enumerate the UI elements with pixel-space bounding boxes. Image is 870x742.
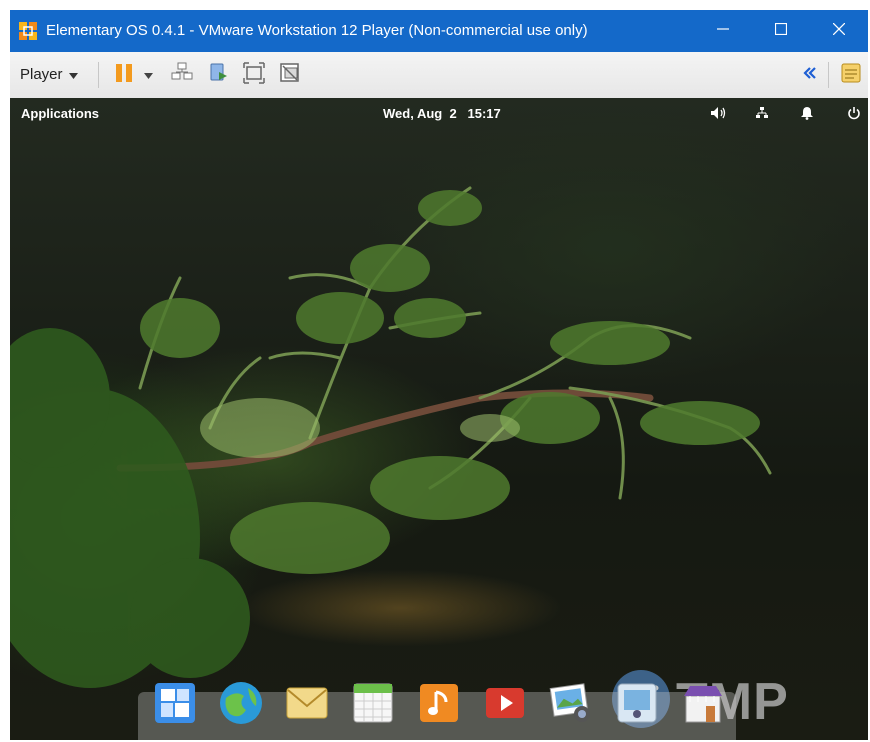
- mail-icon[interactable]: [284, 680, 330, 726]
- app-center-icon[interactable]: [680, 680, 726, 726]
- music-icon[interactable]: [416, 680, 462, 726]
- pause-icon: [115, 63, 133, 88]
- top-panel: Applications Wed, Aug 2 15:17: [10, 98, 868, 128]
- send-ctrl-alt-del-button[interactable]: [170, 62, 194, 89]
- collapse-toolbar-button[interactable]: [798, 63, 822, 87]
- fullscreen-icon: [243, 61, 265, 89]
- toolbar-separator: [98, 62, 99, 88]
- unity-icon: [279, 62, 301, 89]
- minimize-button[interactable]: [694, 10, 752, 52]
- guest-desktop[interactable]: Applications Wed, Aug 2 15:17 TMP: [10, 98, 868, 740]
- multitasking-view-icon[interactable]: [152, 680, 198, 726]
- window-titlebar[interactable]: Elementary OS 0.4.1 - VMware Workstation…: [10, 10, 868, 52]
- removable-devices-button[interactable]: [206, 63, 230, 87]
- volume-icon[interactable]: [710, 104, 728, 122]
- notes-icon: [840, 62, 862, 89]
- calendar-icon[interactable]: [350, 680, 396, 726]
- notification-bell-icon[interactable]: [798, 104, 816, 122]
- power-icon[interactable]: [845, 104, 863, 122]
- web-browser-icon[interactable]: [218, 680, 264, 726]
- pause-options-button[interactable]: [141, 63, 155, 87]
- vm-window: Elementary OS 0.4.1 - VMware Workstation…: [10, 10, 868, 740]
- maximize-button[interactable]: [752, 10, 810, 52]
- vmware-toolbar: Player: [10, 52, 868, 99]
- photos-icon[interactable]: [548, 680, 594, 726]
- plank-dock: [138, 682, 736, 740]
- videos-icon[interactable]: [482, 680, 528, 726]
- player-menu-label: Player: [20, 66, 63, 83]
- maximize-icon: [774, 22, 788, 40]
- player-menu-button[interactable]: Player: [20, 66, 78, 83]
- collapse-icon: [803, 66, 817, 85]
- applications-menu[interactable]: Applications: [21, 106, 99, 121]
- minimize-icon: [717, 22, 729, 40]
- vmware-app-icon: [18, 21, 38, 41]
- removable-devices-icon: [207, 62, 229, 89]
- toolbar-separator: [828, 62, 829, 88]
- send-ctrl-alt-del-icon: [171, 62, 193, 89]
- fullscreen-button[interactable]: [242, 61, 266, 89]
- system-settings-icon[interactable]: [614, 680, 660, 726]
- wallpaper-image: [10, 186, 772, 688]
- unity-button[interactable]: [278, 62, 302, 89]
- notes-button[interactable]: [839, 63, 863, 87]
- datetime-indicator[interactable]: Wed, Aug 2 15:17: [383, 106, 501, 121]
- dropdown-arrow-icon: [143, 66, 153, 84]
- dropdown-arrow-icon: [68, 66, 78, 83]
- window-title: Elementary OS 0.4.1 - VMware Workstation…: [46, 22, 588, 39]
- pause-button[interactable]: [112, 63, 136, 87]
- close-button[interactable]: [810, 10, 868, 52]
- close-icon: [832, 22, 846, 40]
- network-icon[interactable]: [753, 104, 771, 122]
